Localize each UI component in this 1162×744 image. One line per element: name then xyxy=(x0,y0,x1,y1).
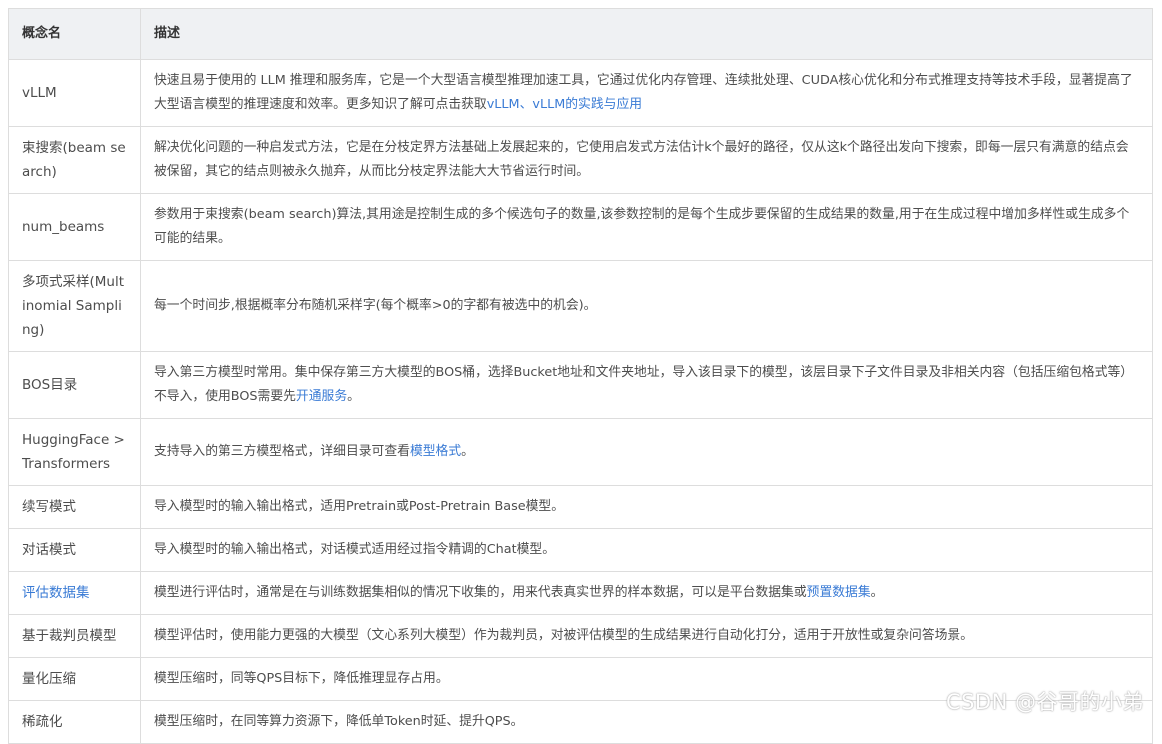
concept-name-cell: 束搜索(beam search) xyxy=(8,126,141,194)
table-row: 评估数据集 模型进行评估时，通常是在与训练数据集相似的情况下收集的，用来代表真实世… xyxy=(8,571,1153,615)
description-cell: 每一个时间步,根据概率分布随机采样字(每个概率>0的字都有被选中的机会)。 xyxy=(140,260,1153,352)
csdn-watermark: CSDN @谷哥的小弟 xyxy=(945,690,1144,714)
description-link[interactable]: 预置数据集 xyxy=(807,585,871,600)
description-cell: 导入模型时的输入输出格式，对话模式适用经过指令精调的Chat模型。 xyxy=(140,528,1153,572)
description-text: 。 xyxy=(347,389,360,404)
description-cell: 解决优化问题的一种启发式方法，它是在分枝定界方法基础上发展起来的，它使用启发式方… xyxy=(140,126,1153,194)
description-text: 模型压缩时，在同等算力资源下，降低单Token时延、提升QPS。 xyxy=(154,714,524,729)
description-cell: 导入第三方模型时常用。集中保存第三方大模型的BOS桶，选择Bucket地址和文件… xyxy=(140,351,1153,419)
concept-name: 多项式采样(Multinomial Sampling) xyxy=(22,274,125,338)
description-text: 模型压缩时，同等QPS目标下，降低推理显存占用。 xyxy=(154,671,449,686)
description-text: 支持导入的第三方模型格式，详细目录可查看 xyxy=(154,444,410,459)
description-link[interactable]: 开通服务 xyxy=(296,389,347,404)
concept-name-cell: 续写模式 xyxy=(8,485,141,529)
concept-name-cell: vLLM xyxy=(8,59,141,127)
description-cell: 模型进行评估时，通常是在与训练数据集相似的情况下收集的，用来代表真实世界的样本数… xyxy=(140,571,1153,615)
table-row: 多项式采样(Multinomial Sampling) 每一个时间步,根据概率分布… xyxy=(8,260,1153,352)
description-cell: 导入模型时的输入输出格式，适用Pretrain或Post-Pretrain Ba… xyxy=(140,485,1153,529)
description-text: 模型进行评估时，通常是在与训练数据集相似的情况下收集的，用来代表真实世界的样本数… xyxy=(154,585,807,600)
description-text: 模型评估时，使用能力更强的大模型（文心系列大模型）作为裁判员，对被评估模型的生成… xyxy=(154,628,973,643)
concept-name: 量化压缩 xyxy=(22,671,76,687)
table-body: vLLM 快速且易于使用的 LLM 推理和服务库，它是一个大型语言模型推理加速工具… xyxy=(8,59,1153,744)
concept-name-cell: 多项式采样(Multinomial Sampling) xyxy=(8,260,141,352)
table-row: 续写模式 导入模型时的输入输出格式，适用Pretrain或Post-Pretrai… xyxy=(8,485,1153,529)
concept-name: vLLM xyxy=(22,85,57,101)
description-link[interactable]: vLLM、vLLM的实践与应用 xyxy=(487,97,642,112)
concept-name: 续写模式 xyxy=(22,499,76,515)
concept-name-cell: 评估数据集 xyxy=(8,571,141,615)
description-cell: 支持导入的第三方模型格式，详细目录可查看模型格式。 xyxy=(140,418,1153,486)
description-cell: 参数用于束搜索(beam search)算法,其用途是控制生成的多个候选句子的数… xyxy=(140,193,1153,261)
description-text: 。 xyxy=(870,585,884,600)
description-text: 快速且易于使用的 LLM 推理和服务库，它是一个大型语言模型推理加速工具，它通过… xyxy=(154,73,1133,112)
concept-name: 对话模式 xyxy=(22,542,76,558)
concept-name: HuggingFace > Transformers xyxy=(22,432,125,472)
concept-name-cell: 稀疏化 xyxy=(8,700,141,744)
description-text: 参数用于束搜索(beam search)算法,其用途是控制生成的多个候选句子的数… xyxy=(154,207,1130,246)
table-row: 束搜索(beam search) 解决优化问题的一种启发式方法，它是在分枝定界方法… xyxy=(8,126,1153,194)
description-cell: 快速且易于使用的 LLM 推理和服务库，它是一个大型语言模型推理加速工具，它通过… xyxy=(140,59,1153,127)
concept-name: 束搜索(beam search) xyxy=(22,140,126,180)
table-row: vLLM 快速且易于使用的 LLM 推理和服务库，它是一个大型语言模型推理加速工具… xyxy=(8,59,1153,127)
concept-name: 稀疏化 xyxy=(22,714,63,730)
concept-name-cell: 基于裁判员模型 xyxy=(8,614,141,658)
concept-name: num_beams xyxy=(22,219,105,235)
header-concept-name: 概念名 xyxy=(8,8,141,60)
description-text: 导入模型时的输入输出格式，适用Pretrain或Post-Pretrain Ba… xyxy=(154,499,565,514)
concept-name-cell: HuggingFace > Transformers xyxy=(8,418,141,486)
description-text: 。 xyxy=(461,444,474,459)
concept-name: BOS目录 xyxy=(22,377,78,393)
table-header-row: 概念名 描述 xyxy=(8,8,1153,60)
concept-name: 基于裁判员模型 xyxy=(22,628,117,644)
table-row: 基于裁判员模型 模型评估时，使用能力更强的大模型（文心系列大模型）作为裁判员，对被… xyxy=(8,614,1153,658)
concept-name-cell: 量化压缩 xyxy=(8,657,141,701)
table-row: BOS目录 导入第三方模型时常用。集中保存第三方大模型的BOS桶，选择Bucket… xyxy=(8,351,1153,419)
table-row: num_beams 参数用于束搜索(beam search)算法,其用途是控制生成… xyxy=(8,193,1153,261)
table-row: 对话模式 导入模型时的输入输出格式，对话模式适用经过指令精调的Chat模型。 xyxy=(8,528,1153,572)
table-row: HuggingFace > Transformers 支持导入的第三方模型格式，详… xyxy=(8,418,1153,486)
description-cell: 模型评估时，使用能力更强的大模型（文心系列大模型）作为裁判员，对被评估模型的生成… xyxy=(140,614,1153,658)
description-text: 导入模型时的输入输出格式，对话模式适用经过指令精调的Chat模型。 xyxy=(154,542,556,557)
concept-name-link[interactable]: 评估数据集 xyxy=(22,585,90,601)
concept-name-cell: BOS目录 xyxy=(8,351,141,419)
concept-name-cell: 对话模式 xyxy=(8,528,141,572)
description-text: 解决优化问题的一种启发式方法，它是在分枝定界方法基础上发展起来的，它使用启发式方… xyxy=(154,140,1129,179)
description-text: 每一个时间步,根据概率分布随机采样字(每个概率>0的字都有被选中的机会)。 xyxy=(154,298,597,313)
concept-table: 概念名 描述 vLLM 快速且易于使用的 LLM 推理和服务库，它是一个大型语言模… xyxy=(8,8,1153,744)
concept-name-cell: num_beams xyxy=(8,193,141,261)
description-link[interactable]: 模型格式 xyxy=(410,444,461,459)
header-description: 描述 xyxy=(140,8,1153,60)
